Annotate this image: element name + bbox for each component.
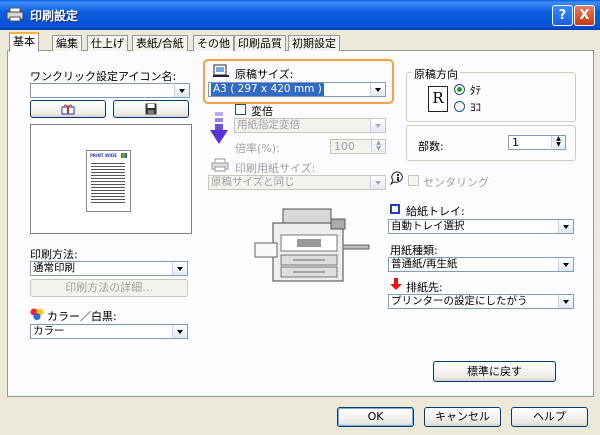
red-down-arrow-icon	[390, 278, 402, 290]
copies-spinner[interactable]: 1 ▲ ▼	[508, 135, 566, 150]
color-mode-label: カラー／白黒:	[47, 310, 117, 323]
scale-ratio-spinner[interactable]: 100 ▲ ▼	[330, 139, 386, 154]
scale-checkbox[interactable]	[235, 104, 246, 115]
output-dest-label: 排紙先:	[406, 281, 443, 294]
printer-icon	[6, 7, 24, 22]
preview-page: PRINT WIDE	[86, 150, 131, 212]
output-dest-combo[interactable]: プリンターの設定にしたがう	[388, 294, 574, 309]
page-preview: PRINT WIDE	[30, 124, 192, 234]
cancel-button[interactable]: キャンセル	[424, 407, 501, 427]
printer-image	[254, 208, 370, 282]
preview-text-lines	[91, 163, 125, 203]
info-icon	[390, 171, 403, 185]
tab-quality[interactable]: 印刷品質	[234, 35, 286, 51]
one-click-disk-button[interactable]	[113, 100, 189, 118]
preview-color-swatch	[121, 153, 127, 158]
print-method-label: 印刷方法:	[30, 248, 78, 261]
title-close-button[interactable]: X	[574, 5, 595, 26]
output-printer-icon	[211, 158, 229, 172]
portrait-radio[interactable]	[454, 84, 465, 95]
title-bar: 印刷設定 ? X	[0, 0, 600, 30]
original-size-label: 原稿サイズ:	[235, 68, 294, 81]
orientation-preview-icon: R	[428, 86, 448, 112]
scale-label: 変倍	[251, 105, 273, 118]
paper-source-icon	[390, 204, 400, 214]
print-method-combo[interactable]: 通常印刷	[30, 261, 188, 276]
tab-other[interactable]: その他	[193, 35, 234, 51]
tab-cover[interactable]: 表紙/合紙	[132, 35, 188, 51]
original-doc-icon	[213, 64, 229, 77]
orientation-label: 原稿方向	[412, 66, 460, 82]
tab-edit[interactable]: 編集	[52, 35, 82, 51]
paper-source-label: 給紙トレイ:	[406, 205, 465, 218]
center-checkbox[interactable]	[408, 175, 419, 186]
title-help-button[interactable]: ?	[552, 5, 573, 26]
color-mode-combo[interactable]: カラー	[30, 324, 188, 339]
paper-type-label: 用紙種類:	[390, 244, 438, 257]
center-label: センタリング	[423, 176, 489, 189]
one-click-combo[interactable]	[30, 83, 190, 98]
tab-finishing[interactable]: 仕上げ	[87, 35, 128, 51]
tab-defaults[interactable]: 初期設定	[288, 35, 340, 51]
output-size-label: 印刷用紙サイズ:	[235, 162, 316, 175]
output-size-combo[interactable]: 原稿サイズと同じ	[208, 175, 386, 190]
one-click-label: ワンクリック設定アイコン名:	[30, 70, 177, 83]
ok-button[interactable]: OK	[337, 407, 414, 427]
gift-icon	[61, 104, 75, 115]
landscape-label: ﾖｺ	[470, 101, 481, 114]
portrait-label: ﾀﾃ	[470, 84, 481, 97]
restore-defaults-button[interactable]: 標準に戻す	[433, 361, 556, 382]
save-icon	[145, 103, 157, 115]
tab-basic[interactable]: 基本	[9, 32, 39, 52]
paper-type-combo[interactable]: 普通紙/再生紙	[388, 257, 574, 272]
help-button[interactable]: ヘルプ	[511, 407, 588, 427]
landscape-radio[interactable]	[454, 101, 465, 112]
paper-source-combo[interactable]: 自動トレイ選択	[388, 219, 574, 234]
copies-label: 部数:	[418, 140, 444, 153]
window-title: 印刷設定	[30, 9, 79, 23]
arrow-down-icon	[210, 112, 228, 144]
preview-page-heading: PRINT WIDE	[90, 153, 117, 158]
original-size-combo[interactable]: A3 ( 297 x 420 mm )	[208, 82, 386, 97]
one-click-save-button[interactable]	[30, 100, 106, 118]
color-icon	[30, 308, 44, 320]
scale-mode-combo[interactable]: 用紙指定変倍	[234, 118, 386, 133]
scale-ratio-label: 倍率(%):	[235, 142, 280, 155]
print-method-details-button[interactable]: 印刷方法の詳細...	[30, 279, 188, 297]
